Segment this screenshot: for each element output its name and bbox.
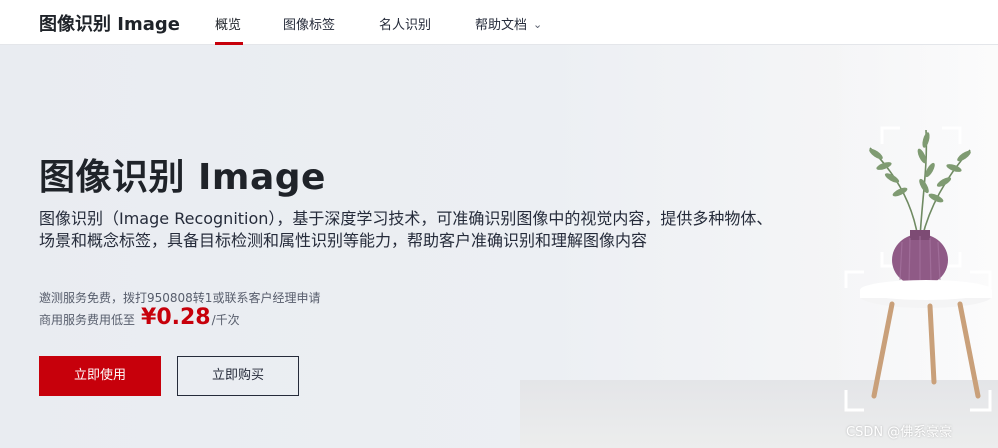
use-now-button[interactable]: 立即使用 xyxy=(39,356,161,396)
trial-note: 邀测服务免费，拨打950808转1或联系客户经理申请 xyxy=(39,291,321,305)
price-unit: /千次 xyxy=(211,313,240,327)
brand-title[interactable]: 图像识别 Image xyxy=(39,10,180,36)
nav-item-help-docs[interactable]: 帮助文档 ⌄ xyxy=(475,14,542,33)
nav-item-celebrity-recognition[interactable]: 名人识别 xyxy=(379,14,431,33)
top-navigation-bar: 图像识别 Image 概览 图像标签 名人识别 帮助文档 ⌄ xyxy=(0,0,998,45)
hero-title: 图像识别 Image xyxy=(39,157,326,198)
nav-item-overview[interactable]: 概览 xyxy=(215,14,241,33)
chevron-down-icon: ⌄ xyxy=(533,18,543,31)
price-row: 商用服务费用低至 ¥0.28/千次 xyxy=(39,305,240,330)
nav-item-image-tagging[interactable]: 图像标签 xyxy=(283,14,335,33)
vase-plant-illustration xyxy=(844,126,992,412)
buy-now-button[interactable]: 立即购买 xyxy=(177,356,299,396)
hero-description: 图像识别（Image Recognition），基于深度学习技术，可准确识别图像… xyxy=(39,209,773,250)
csdn-watermark: CSDN @佛系豪豪 xyxy=(846,425,953,440)
price-prefix: 商用服务费用低至 xyxy=(39,313,136,327)
price-value: ¥0.28 xyxy=(141,305,211,330)
nav-item-help-docs-label: 帮助文档 xyxy=(475,18,528,33)
